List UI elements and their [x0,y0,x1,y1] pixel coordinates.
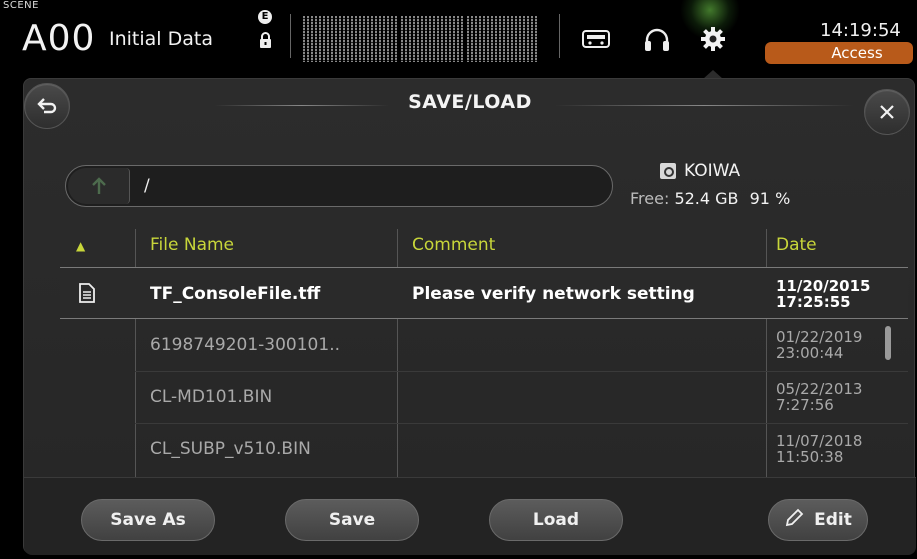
file-table: ▲ File Name Comment Date TF_ConsoleFile.… [60,229,908,479]
file-date: 01/22/2019 23:00:44 [776,329,862,361]
e-badge: E [258,10,272,24]
pencil-icon [785,508,804,527]
file-name: CL_SUBP_v510.BIN [150,439,311,459]
file-name: CL-MD101.BIN [150,387,273,407]
sort-indicator[interactable]: ▲ [76,239,85,253]
file-date: 05/22/2013 7:27:56 [776,381,862,413]
file-date: 11/20/2015 17:25:55 [776,278,870,310]
title-rule-right [554,105,854,106]
file-comment [412,319,762,371]
lock-icon [260,32,271,48]
folder-up-button[interactable] [68,168,130,204]
table-row[interactable]: TF_ConsoleFile.tff Please verify network… [60,267,908,319]
back-button[interactable] [24,83,70,129]
meter-group-2 [335,16,397,62]
save-load-dialog: SAVE/LOAD / KOIWA Free: 52.4 GB 91 % ▲ F… [23,78,916,555]
file-date-time: 7:27:56 [776,396,834,414]
file-date-time: 23:00:44 [776,344,844,362]
column-header-file-name[interactable]: File Name [150,235,234,255]
back-icon [37,98,57,114]
clock: 14:19:54 [820,20,901,41]
table-row[interactable]: CL_SUBP_v510.BIN 11/07/2018 11:50:38 [60,423,908,475]
file-date-day: 11/07/2018 [776,432,863,450]
gear-icon[interactable] [700,26,726,52]
headphones-icon[interactable] [644,28,670,52]
device-name: KOIWA [684,161,741,181]
file-name: TF_ConsoleFile.tff [150,284,321,304]
recorder-icon[interactable] [582,30,610,48]
meter-group-3 [401,16,463,62]
meter-group-1 [303,16,333,62]
lock-area[interactable]: E [258,10,274,50]
table-row[interactable]: 6198749201-300101.. 01/22/2019 23:00:44 [60,319,908,371]
scene-label: SCENE [3,0,39,11]
scrollbar[interactable] [885,326,891,360]
file-date-time: 11:50:38 [776,448,844,466]
current-path: / [144,176,150,196]
free-percent: 91 % [749,189,791,208]
divider [559,14,560,58]
path-bar[interactable]: / [65,165,613,207]
file-comment [412,423,762,475]
file-date-day: 11/20/2015 [776,277,871,295]
close-icon [880,105,894,119]
divider [290,14,291,58]
meter-group-5 [499,16,537,62]
save-as-button[interactable]: Save As [81,499,215,541]
file-name: 6198749201-300101.. [150,335,340,355]
close-button[interactable] [864,89,910,135]
free-label: Free: [630,189,670,208]
file-comment: Please verify network setting [412,284,695,304]
edit-button[interactable]: Edit [768,499,868,541]
storage-device-icon [660,163,676,179]
top-bar: SCENE A00 Initial Data E 14:19:54 Access [0,0,917,70]
meter-group-4 [467,16,497,62]
table-row[interactable]: CL-MD101.BIN 05/22/2013 7:27:56 [60,371,908,423]
dialog-title: SAVE/LOAD [408,91,532,113]
table-header: ▲ File Name Comment Date [60,229,908,267]
file-date-day: 01/22/2019 [776,328,863,346]
file-comment [412,371,762,423]
file-icon [79,283,95,303]
free-space-value: 52.4 GB [674,189,739,208]
column-header-date[interactable]: Date [776,235,817,255]
load-button[interactable]: Load [489,499,623,541]
folder-up-icon [92,177,106,194]
scene-number[interactable]: A00 [22,18,95,59]
file-date: 11/07/2018 11:50:38 [776,433,862,465]
file-date-time: 17:25:55 [776,293,851,311]
scene-name[interactable]: Initial Data [109,28,213,50]
file-date-day: 05/22/2013 [776,380,863,398]
column-header-comment[interactable]: Comment [412,235,495,255]
access-button[interactable]: Access [765,42,913,64]
edit-label: Edit [814,510,852,530]
save-button[interactable]: Save [285,499,419,541]
free-space: Free: 52.4 GB 91 % [630,189,790,208]
